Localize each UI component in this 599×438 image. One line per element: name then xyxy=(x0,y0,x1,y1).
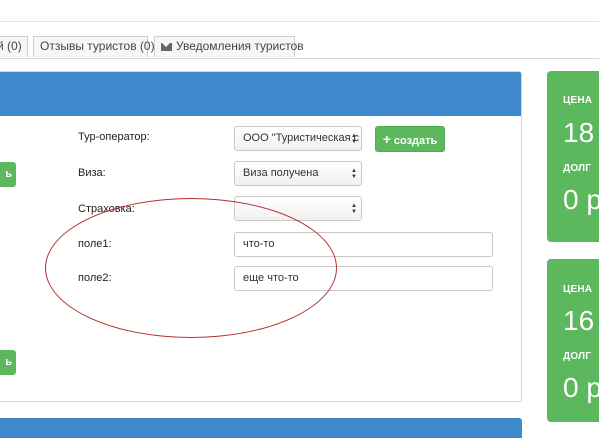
top-bar xyxy=(0,0,599,22)
field1-label: поле1: xyxy=(78,238,112,250)
price-value: 18 xyxy=(563,117,595,148)
select-arrows-icon: ▲ ▼ xyxy=(351,133,357,145)
debt-label: ДОЛГ xyxy=(563,163,592,174)
insurance-select[interactable]: ▲ ▼ xyxy=(234,196,362,221)
field2-label: поле2: xyxy=(78,272,112,284)
tour-operator-label: Тур-оператор: xyxy=(78,131,150,143)
tour-operator-select[interactable]: ООО "Туристическая с ▲ ▼ xyxy=(234,126,362,151)
select-arrows-icon: ▲ ▼ xyxy=(351,203,357,215)
visa-value: Виза получена xyxy=(243,167,319,179)
debt-value: 0 р xyxy=(563,372,599,403)
price-label: ЦЕНА xyxy=(563,284,593,295)
tab-tourist-notifications[interactable]: Уведомления туристов xyxy=(154,36,304,57)
create-button-label: создать xyxy=(393,135,438,147)
create-button[interactable]: + создать xyxy=(375,126,445,152)
visa-select[interactable]: Виза получена ▲ ▼ xyxy=(234,161,362,186)
select-arrows-icon: ▲ ▼ xyxy=(351,168,357,180)
price-label: ЦЕНА xyxy=(563,95,593,106)
field2-input[interactable]: еще что-то xyxy=(234,266,493,291)
tour-operator-value: ООО "Туристическая с xyxy=(243,132,360,144)
debt-value: 0 р xyxy=(563,184,599,215)
tab-notifications-label: Уведомления туристов xyxy=(176,39,304,53)
tab-partial[interactable]: й (0) xyxy=(0,36,28,57)
panel-header xyxy=(0,72,521,116)
left-action-button-1[interactable]: ь xyxy=(0,162,16,187)
tab-bar: й (0) Отзывы туристов (0) Уведомления ту… xyxy=(0,30,599,59)
visa-label: Виза: xyxy=(78,167,106,179)
price-card-1: ЦЕНА 18 ДОЛГ 0 р xyxy=(547,71,599,242)
debt-label: ДОЛГ xyxy=(563,351,592,362)
plus-icon: + xyxy=(382,131,391,147)
left-action-button-2[interactable]: ь xyxy=(0,350,16,375)
insurance-label: Страховка: xyxy=(78,203,135,215)
price-card-2: ЦЕНА 16 ДОЛГ 0 р xyxy=(547,259,599,422)
tab-tourist-reviews[interactable]: Отзывы туристов (0) xyxy=(33,36,155,57)
field1-input[interactable]: что-то xyxy=(234,232,493,257)
envelope-icon xyxy=(161,43,172,51)
second-panel-header xyxy=(0,418,522,438)
price-value: 16 xyxy=(563,305,595,336)
